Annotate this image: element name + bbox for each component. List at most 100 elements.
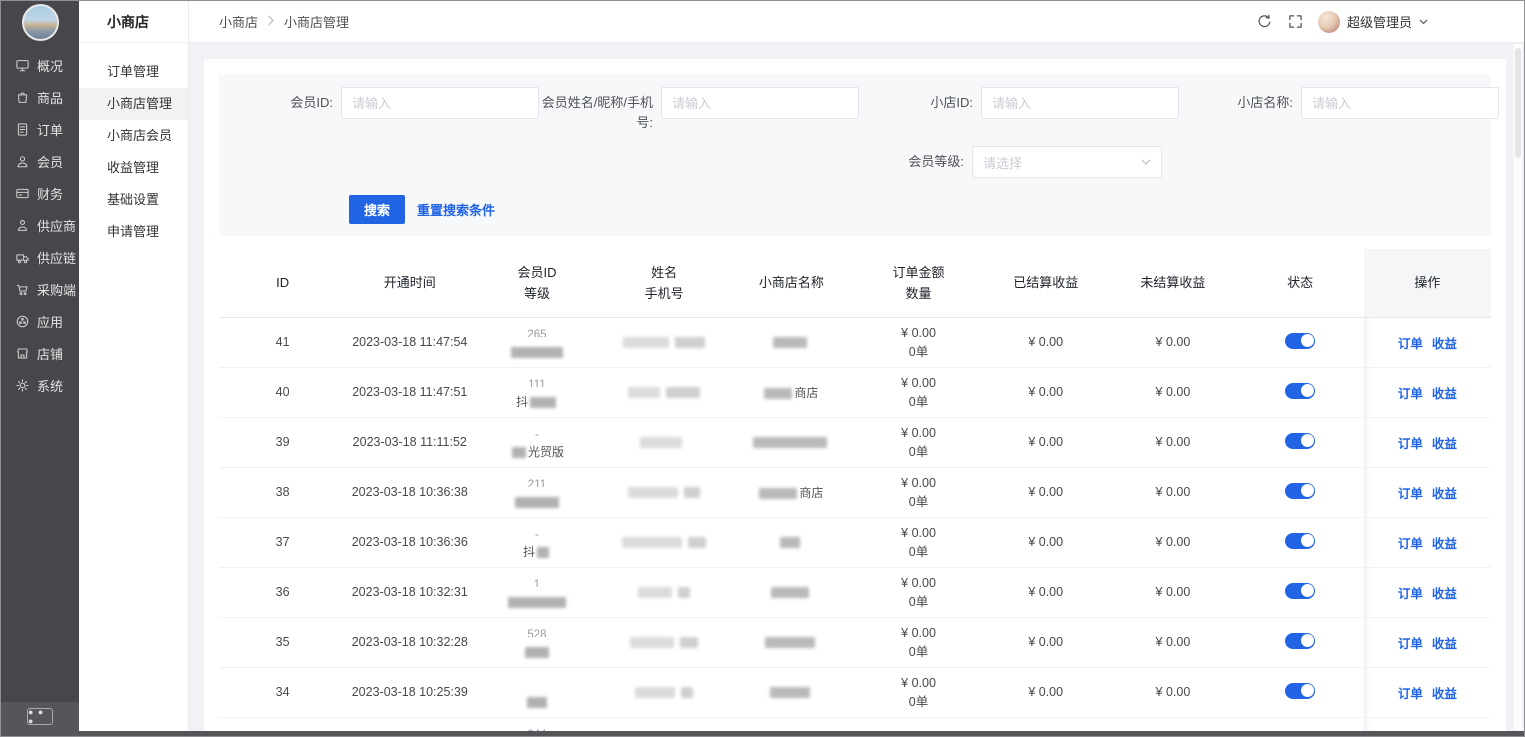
cell-member: 1 [473, 567, 600, 617]
submenu-item[interactable]: 申请管理 [79, 216, 188, 248]
rail-item[interactable]: 订单 [1, 113, 79, 145]
member-name-input[interactable] [661, 87, 859, 119]
order-link[interactable]: 订单 [1398, 433, 1423, 452]
earnings-link[interactable]: 收益 [1432, 333, 1457, 352]
redacted-text [511, 347, 563, 358]
redacted-text [623, 337, 669, 348]
cell-shop-name [728, 417, 855, 467]
cell-member: 111 抖 [473, 367, 600, 417]
orders-icon [14, 121, 30, 137]
status-toggle[interactable] [1285, 333, 1315, 349]
rail-item[interactable]: 系统 [1, 369, 79, 401]
table-row: 34 2023-03-18 10:25:39 [219, 667, 1491, 717]
search-panel: 会员ID: 会员姓名/昵称/手机号: 小店ID: 小店名称: [219, 74, 1491, 236]
cell-id: 35 [219, 617, 346, 667]
breadcrumb-parent[interactable]: 小商店 [219, 12, 258, 31]
cell-unsettled: ¥ 0.00 [1109, 367, 1236, 417]
cell-order-amount: ¥ 0.00 0单 [855, 317, 982, 367]
user-menu[interactable]: 超级管理员 [1318, 11, 1428, 33]
earnings-link[interactable]: 收益 [1432, 383, 1457, 402]
status-toggle[interactable] [1285, 483, 1315, 499]
rail-item[interactable]: 供应商 [1, 209, 79, 241]
rail-item[interactable]: 会员 [1, 145, 79, 177]
app-logo [22, 4, 59, 41]
submenu-item[interactable]: 小商店会员 [79, 120, 188, 152]
redacted-text [770, 687, 810, 698]
status-toggle[interactable] [1285, 633, 1315, 649]
order-link[interactable]: 订单 [1398, 483, 1423, 502]
status-toggle[interactable] [1285, 433, 1315, 449]
collapse-button[interactable]: ● ● ● [27, 708, 53, 725]
sidebar-footer: ● ● ● [1, 702, 79, 731]
earnings-link[interactable]: 收益 [1432, 583, 1457, 602]
app-window: 概况 商品 订单 会员 财务 供应商 供 [0, 0, 1525, 737]
redacted-text [537, 547, 549, 558]
earnings-link[interactable]: 收益 [1432, 633, 1457, 652]
cell-id: 37 [219, 517, 346, 567]
search-button[interactable]: 搜索 [349, 195, 405, 224]
rail-item[interactable]: 店铺 [1, 337, 79, 369]
member-level-label: 会员等级: [850, 146, 972, 172]
cell-unsettled: ¥ 0.00 [1109, 517, 1236, 567]
status-toggle[interactable] [1285, 583, 1315, 599]
col-actions: 操作 [1364, 249, 1491, 317]
cell-order-amount: ¥ 0.00 0单 [855, 417, 982, 467]
rail-item[interactable]: 供应链 [1, 241, 79, 273]
vertical-scrollbar[interactable] [1514, 44, 1522, 730]
redacted-text [764, 388, 792, 399]
shop-id-input[interactable] [981, 87, 1179, 119]
status-toggle[interactable] [1285, 533, 1315, 549]
secondary-nav: 订单管理小商店管理小商店会员收益管理基础设置申请管理 [79, 43, 188, 248]
horizontal-scrollbar[interactable] [1, 731, 1524, 736]
cell-id: 34 [219, 667, 346, 717]
redacted-text [525, 647, 549, 658]
cell-unsettled: ¥ 0.00 [1109, 617, 1236, 667]
order-link[interactable]: 订单 [1398, 633, 1423, 652]
redacted-text [630, 637, 674, 648]
order-link[interactable]: 订单 [1398, 583, 1423, 602]
earnings-link[interactable]: 收益 [1432, 533, 1457, 552]
cell-open-time: 2023-03-18 10:32:28 [346, 617, 473, 667]
member-id-input[interactable] [341, 87, 539, 119]
cell-id: 36 [219, 567, 346, 617]
rail-item[interactable]: 应用 [1, 305, 79, 337]
redacted-text [681, 687, 693, 698]
cell-actions: 订单 收益 [1364, 517, 1491, 567]
earnings-link[interactable]: 收益 [1432, 483, 1457, 502]
reset-search-link[interactable]: 重置搜索条件 [417, 200, 495, 219]
order-link[interactable]: 订单 [1398, 683, 1423, 702]
fullscreen-icon[interactable] [1287, 13, 1305, 31]
table-row: 37 2023-03-18 10:36:36 - 抖 [219, 517, 1491, 567]
shops-table: ID 开通时间 会员ID等级 姓名手机号 小商店名称 订单金额数量 已结算收益 … [219, 249, 1491, 737]
cell-shop-name: 商店 [728, 367, 855, 417]
order-link[interactable]: 订单 [1398, 333, 1423, 352]
content-card: 会员ID: 会员姓名/昵称/手机号: 小店ID: 小店名称: [204, 59, 1506, 737]
member-level-select[interactable]: 请选择 [972, 146, 1162, 178]
rail-item[interactable]: 采购端 [1, 273, 79, 305]
submenu-item[interactable]: 订单管理 [79, 56, 188, 88]
redacted-text [628, 387, 660, 398]
overview-icon [14, 57, 30, 73]
submenu-item[interactable]: 收益管理 [79, 152, 188, 184]
earnings-link[interactable]: 收益 [1432, 433, 1457, 452]
shop-name-input[interactable] [1301, 87, 1499, 119]
cell-status [1237, 667, 1364, 717]
cell-name-phone [601, 517, 728, 567]
rail-item[interactable]: 财务 [1, 177, 79, 209]
cell-actions: 订单 收益 [1364, 417, 1491, 467]
cell-settled: ¥ 0.00 [982, 617, 1109, 667]
status-toggle[interactable] [1285, 683, 1315, 699]
order-link[interactable]: 订单 [1398, 383, 1423, 402]
submenu-item[interactable]: 小商店管理 [79, 88, 188, 120]
cell-shop-name [728, 617, 855, 667]
cell-settled: ¥ 0.00 [982, 517, 1109, 567]
rail-item[interactable]: 概况 [1, 49, 79, 81]
refresh-icon[interactable] [1256, 13, 1274, 31]
rail-item[interactable]: 商品 [1, 81, 79, 113]
cell-name-phone [601, 367, 728, 417]
submenu-item[interactable]: 基础设置 [79, 184, 188, 216]
status-toggle[interactable] [1285, 383, 1315, 399]
order-link[interactable]: 订单 [1398, 533, 1423, 552]
cell-member: - 光贸版 [473, 417, 600, 467]
earnings-link[interactable]: 收益 [1432, 683, 1457, 702]
